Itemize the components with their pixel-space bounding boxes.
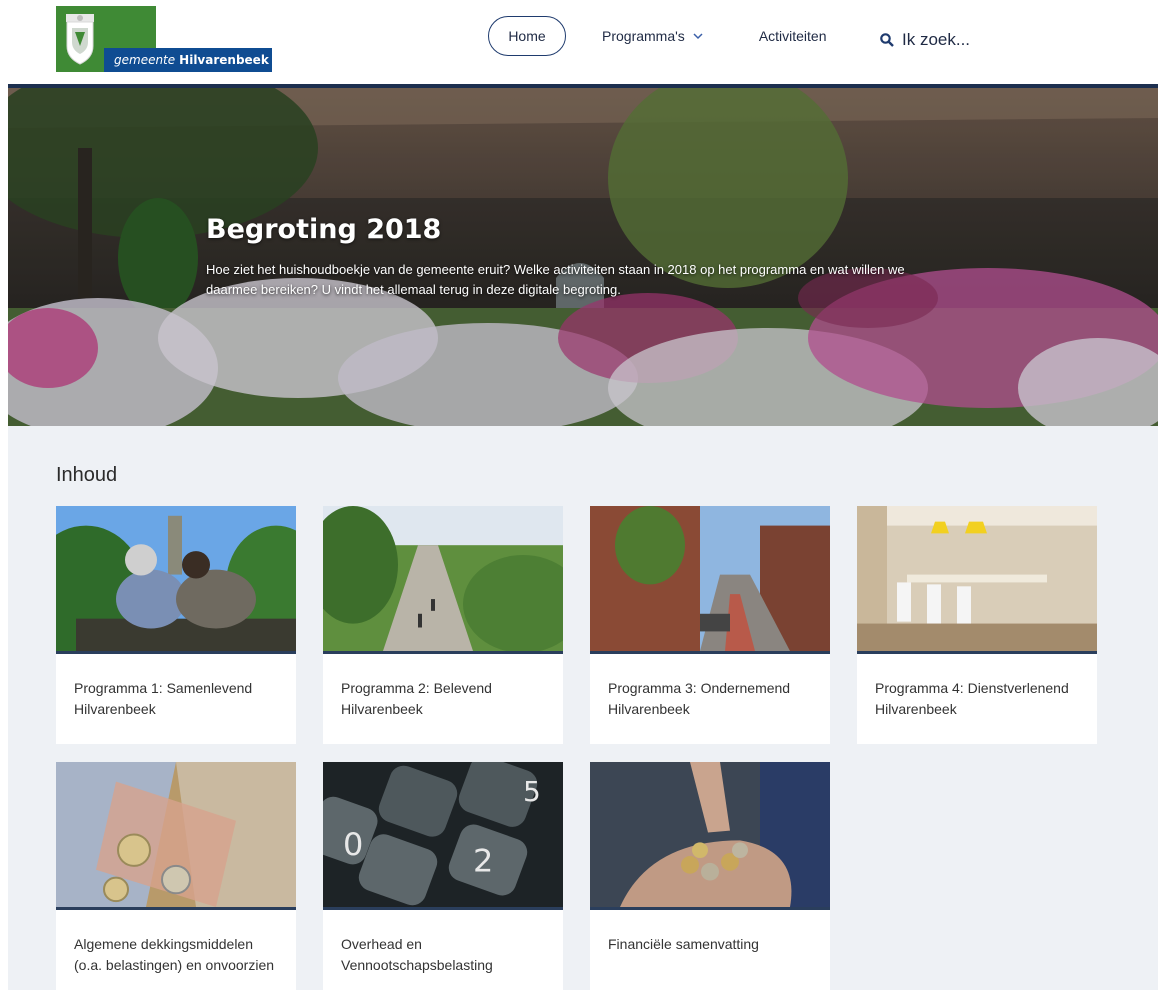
- card-label: Financiële samenvatting: [608, 936, 759, 952]
- nav-activiteiten[interactable]: Activiteiten: [759, 28, 827, 44]
- hero-title: Begroting 2018: [206, 214, 442, 245]
- card-label: Programma 1: Samenlevend Hilvarenbeek: [74, 680, 253, 717]
- card-overhead[interactable]: 0 2 5 Overhead en Vennootschapsbelasting: [323, 762, 563, 990]
- logo-text-name: Hilvarenbeek: [179, 53, 269, 67]
- card-image-street: [590, 506, 830, 654]
- nav-home[interactable]: Home: [488, 16, 566, 56]
- hero-garden-image: [8, 88, 1158, 426]
- svg-text:5: 5: [523, 775, 541, 808]
- main-nav: Home Programma's Activiteiten: [488, 16, 827, 56]
- municipality-logo[interactable]: gemeente Hilvarenbeek: [56, 6, 272, 72]
- search-icon: [880, 33, 894, 47]
- svg-text:0: 0: [343, 827, 363, 863]
- card-label: Programma 4: Dienstverlenend Hilvarenbee…: [875, 680, 1069, 717]
- search-label: Ik zoek...: [902, 30, 971, 49]
- hero-intro-text: Hoe ziet het huishoudboekje van de gemee…: [206, 262, 905, 297]
- card-image-coins-hand: [590, 762, 830, 910]
- card-label: Programma 3: Ondernemend Hilvarenbeek: [608, 680, 791, 717]
- card-financiele-samenvatting[interactable]: Financiële samenvatting: [590, 762, 830, 990]
- card-image-office: [857, 506, 1097, 654]
- search-link[interactable]: Ik zoek...: [880, 30, 970, 50]
- card-image-couple-bench: [56, 506, 296, 654]
- card-algemene-dekkingsmiddelen[interactable]: Algemene dekkingsmiddelen (o.a. belastin…: [56, 762, 296, 990]
- site-header: gemeente Hilvarenbeek Home Programma's A…: [0, 0, 1158, 84]
- section-title: Inhoud: [56, 464, 118, 486]
- card-programma-2[interactable]: Programma 2: Belevend Hilvarenbeek: [323, 506, 563, 744]
- card-label: Programma 2: Belevend Hilvarenbeek: [341, 680, 492, 717]
- svg-text:2: 2: [473, 844, 493, 880]
- card-programma-4[interactable]: Programma 4: Dienstverlenend Hilvarenbee…: [857, 506, 1097, 744]
- card-programma-3[interactable]: Programma 3: Ondernemend Hilvarenbeek: [590, 506, 830, 744]
- card-label: Algemene dekkingsmiddelen (o.a. belastin…: [74, 936, 275, 973]
- chevron-down-icon: [693, 33, 703, 40]
- nav-programmas[interactable]: Programma's: [602, 28, 703, 44]
- card-programma-1[interactable]: Programma 1: Samenlevend Hilvarenbeek: [56, 506, 296, 744]
- card-label: Overhead en Vennootschapsbelasting: [341, 936, 493, 973]
- contents-section: Inhoud Programma 1: Samenlevend Hilvaren…: [8, 426, 1158, 990]
- card-image-calculator: 0 2 5: [323, 762, 563, 910]
- card-image-cycling-path: [323, 506, 563, 654]
- card-image-money: [56, 762, 296, 910]
- hero-banner: Begroting 2018 Hoe ziet het huishoudboek…: [8, 84, 1158, 426]
- logo-text-prefix: gemeente: [114, 53, 176, 67]
- nav-programmas-label: Programma's: [602, 28, 685, 44]
- logo-text-bar: gemeente Hilvarenbeek: [104, 48, 272, 72]
- coat-of-arms-icon: [66, 14, 94, 65]
